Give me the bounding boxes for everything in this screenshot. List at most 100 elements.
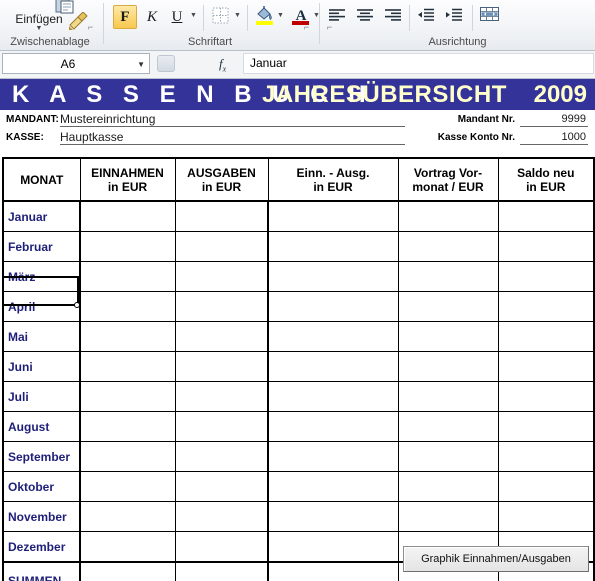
month-label[interactable]: Juli: [2, 381, 81, 412]
cell-ausgaben[interactable]: [174, 411, 269, 442]
alignment-dialog-launcher-icon[interactable]: ⌐: [324, 22, 335, 33]
month-label[interactable]: März: [2, 261, 81, 292]
italic-button[interactable]: K: [140, 5, 164, 29]
cell-vortrag[interactable]: [397, 441, 499, 472]
cell-ausgaben[interactable]: [174, 501, 269, 532]
month-label[interactable]: August: [2, 411, 81, 442]
cell-ausgaben[interactable]: [174, 471, 269, 502]
name-box-chevron-down-icon[interactable]: ▼: [137, 54, 145, 75]
cell-ausgaben[interactable]: [174, 531, 269, 563]
fill-handle[interactable]: [74, 302, 80, 308]
cell-vortrag[interactable]: [397, 501, 499, 532]
cell-differenz[interactable]: [267, 471, 399, 502]
decrease-indent-icon[interactable]: [417, 8, 435, 23]
cell-differenz[interactable]: [267, 231, 399, 262]
cell-einnahmen[interactable]: [79, 261, 176, 292]
cell-vortrag[interactable]: [397, 471, 499, 502]
cell-vortrag[interactable]: [397, 411, 499, 442]
cell-saldo[interactable]: [497, 441, 595, 472]
month-label[interactable]: Juni: [2, 351, 81, 382]
cell-differenz[interactable]: [267, 501, 399, 532]
cell-differenz[interactable]: [267, 441, 399, 472]
align-left-icon[interactable]: [328, 8, 346, 23]
underline-button[interactable]: U: [165, 5, 189, 29]
cell-differenz[interactable]: [267, 261, 399, 292]
name-box[interactable]: A6 ▼: [2, 53, 150, 74]
cell-einnahmen[interactable]: [79, 231, 176, 262]
cell-einnahmen[interactable]: [79, 471, 176, 502]
fill-color-chevron-down-icon[interactable]: ▼: [277, 12, 284, 20]
cell-saldo[interactable]: [497, 291, 595, 322]
font-dialog-launcher-icon[interactable]: ⌐: [301, 22, 312, 33]
month-label[interactable]: Mai: [2, 321, 81, 352]
cell-vortrag[interactable]: [397, 321, 499, 352]
cell-differenz[interactable]: [267, 201, 399, 232]
month-label[interactable]: April: [2, 291, 81, 322]
cell-vortrag[interactable]: [397, 231, 499, 262]
cell-einnahmen[interactable]: [79, 291, 176, 322]
cell-vortrag[interactable]: [397, 381, 499, 412]
insert-function-button[interactable]: [157, 55, 175, 72]
month-label[interactable]: Februar: [2, 231, 81, 262]
paste-button[interactable]: Einfügen ▼: [8, 0, 70, 35]
cell-differenz[interactable]: [267, 381, 399, 412]
increase-indent-icon[interactable]: [445, 8, 463, 23]
cell-einnahmen[interactable]: [79, 411, 176, 442]
cell-einnahmen[interactable]: [79, 441, 176, 472]
borders-chevron-down-icon[interactable]: ▼: [234, 12, 241, 20]
underline-chevron-down-icon[interactable]: ▼: [190, 12, 197, 20]
cell-vortrag[interactable]: [397, 351, 499, 382]
bold-button[interactable]: F: [113, 5, 137, 29]
cell-saldo[interactable]: [497, 351, 595, 382]
cell-differenz[interactable]: [267, 411, 399, 442]
cell-ausgaben[interactable]: [174, 291, 269, 322]
cell-einnahmen[interactable]: [79, 321, 176, 352]
summary-cell-differenz[interactable]: [267, 562, 399, 581]
cell-einnahmen[interactable]: [79, 351, 176, 382]
merge-center-icon[interactable]: [480, 6, 499, 23]
clipboard-dialog-launcher-icon[interactable]: ⌐: [85, 22, 96, 33]
align-center-icon[interactable]: [356, 8, 374, 23]
cell-differenz[interactable]: [267, 321, 399, 352]
mandant-value[interactable]: Mustereinrichtung: [60, 112, 405, 127]
cell-ausgaben[interactable]: [174, 261, 269, 292]
borders-icon[interactable]: [212, 7, 229, 24]
cell-einnahmen[interactable]: [79, 381, 176, 412]
align-right-icon[interactable]: [384, 8, 402, 23]
cell-einnahmen[interactable]: [79, 501, 176, 532]
summary-cell-einnahmen[interactable]: [79, 562, 176, 581]
fx-icon[interactable]: fx: [219, 54, 226, 79]
cell-saldo[interactable]: [497, 471, 595, 502]
graphik-button[interactable]: Graphik Einnahmen/Ausgaben: [403, 546, 589, 572]
kasse-value[interactable]: Hauptkasse: [60, 130, 405, 145]
fill-color-icon[interactable]: [255, 5, 275, 27]
month-label[interactable]: Oktober: [2, 471, 81, 502]
cell-differenz[interactable]: [267, 351, 399, 382]
cell-vortrag[interactable]: [397, 291, 499, 322]
cell-einnahmen[interactable]: [79, 531, 176, 563]
cell-saldo[interactable]: [497, 261, 595, 292]
cell-ausgaben[interactable]: [174, 231, 269, 262]
cell-vortrag[interactable]: [397, 201, 499, 232]
cell-saldo[interactable]: [497, 201, 595, 232]
cell-saldo[interactable]: [497, 321, 595, 352]
month-label[interactable]: September: [2, 441, 81, 472]
cell-saldo[interactable]: [497, 381, 595, 412]
month-label[interactable]: November: [2, 501, 81, 532]
cell-ausgaben[interactable]: [174, 441, 269, 472]
konto-nr-value[interactable]: 1000: [520, 130, 588, 145]
month-label[interactable]: Januar: [2, 201, 81, 232]
cell-saldo[interactable]: [497, 501, 595, 532]
cell-ausgaben[interactable]: [174, 351, 269, 382]
cell-differenz[interactable]: [267, 531, 399, 563]
cell-ausgaben[interactable]: [174, 381, 269, 412]
cell-differenz[interactable]: [267, 291, 399, 322]
summary-label[interactable]: SUMMEN: [2, 562, 81, 581]
cell-vortrag[interactable]: [397, 261, 499, 292]
cell-ausgaben[interactable]: [174, 321, 269, 352]
mandant-nr-value[interactable]: 9999: [520, 112, 588, 127]
month-label[interactable]: Dezember: [2, 531, 81, 563]
cell-einnahmen[interactable]: [79, 201, 176, 232]
cell-saldo[interactable]: [497, 411, 595, 442]
chevron-down-icon[interactable]: ▼: [8, 25, 70, 32]
